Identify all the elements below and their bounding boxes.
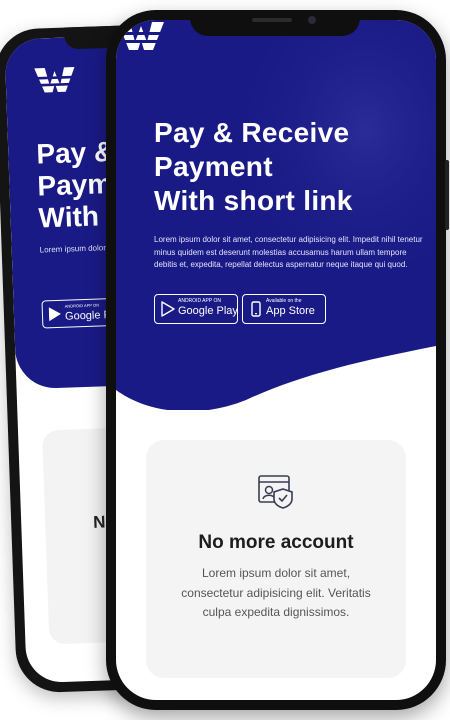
hero-title-line: With short link xyxy=(154,185,353,216)
phone-icon xyxy=(251,301,261,317)
back-google-small: ANDROID APP ON xyxy=(64,302,100,309)
front-phone-mockup: Pay & Receive Payment With short link Lo… xyxy=(106,10,449,710)
feature-title: No more account xyxy=(198,532,354,553)
brand-logo-icon xyxy=(116,22,166,50)
speaker-grille xyxy=(252,18,292,22)
hero-description: Lorem ipsum dolor sit amet, consectetur … xyxy=(154,235,423,269)
hero-title: Pay & Receive Payment With short link xyxy=(154,116,424,218)
front-camera xyxy=(308,16,316,24)
hero-title-line: Pay & Receive xyxy=(154,117,350,148)
google-play-label: Google Play xyxy=(178,305,238,317)
feature-card: No more account Lorem ipsum dolor sit am… xyxy=(146,440,406,678)
google-play-button[interactable]: ANDROID APP ON Google Play xyxy=(154,294,238,324)
phone-screen: Pay & Receive Payment With short link Lo… xyxy=(116,20,436,700)
google-play-small-text: ANDROID APP ON xyxy=(178,298,221,304)
front-phone-notch xyxy=(190,10,360,36)
app-store-label: App Store xyxy=(266,305,315,317)
side-button xyxy=(445,160,449,230)
app-store-small-text: Available on the xyxy=(266,298,302,304)
feature-description: Lorem ipsum dolor sit amet, consectetur … xyxy=(181,566,371,619)
secure-account-icon xyxy=(258,475,293,509)
hero-title-line: Payment xyxy=(154,151,273,182)
app-store-button[interactable]: Available on the App Store xyxy=(242,294,326,324)
play-triangle-icon xyxy=(48,307,61,322)
play-triangle-icon xyxy=(161,301,175,317)
hero-section: Pay & Receive Payment With short link Lo… xyxy=(116,20,436,410)
brand-logo-icon xyxy=(32,66,77,93)
